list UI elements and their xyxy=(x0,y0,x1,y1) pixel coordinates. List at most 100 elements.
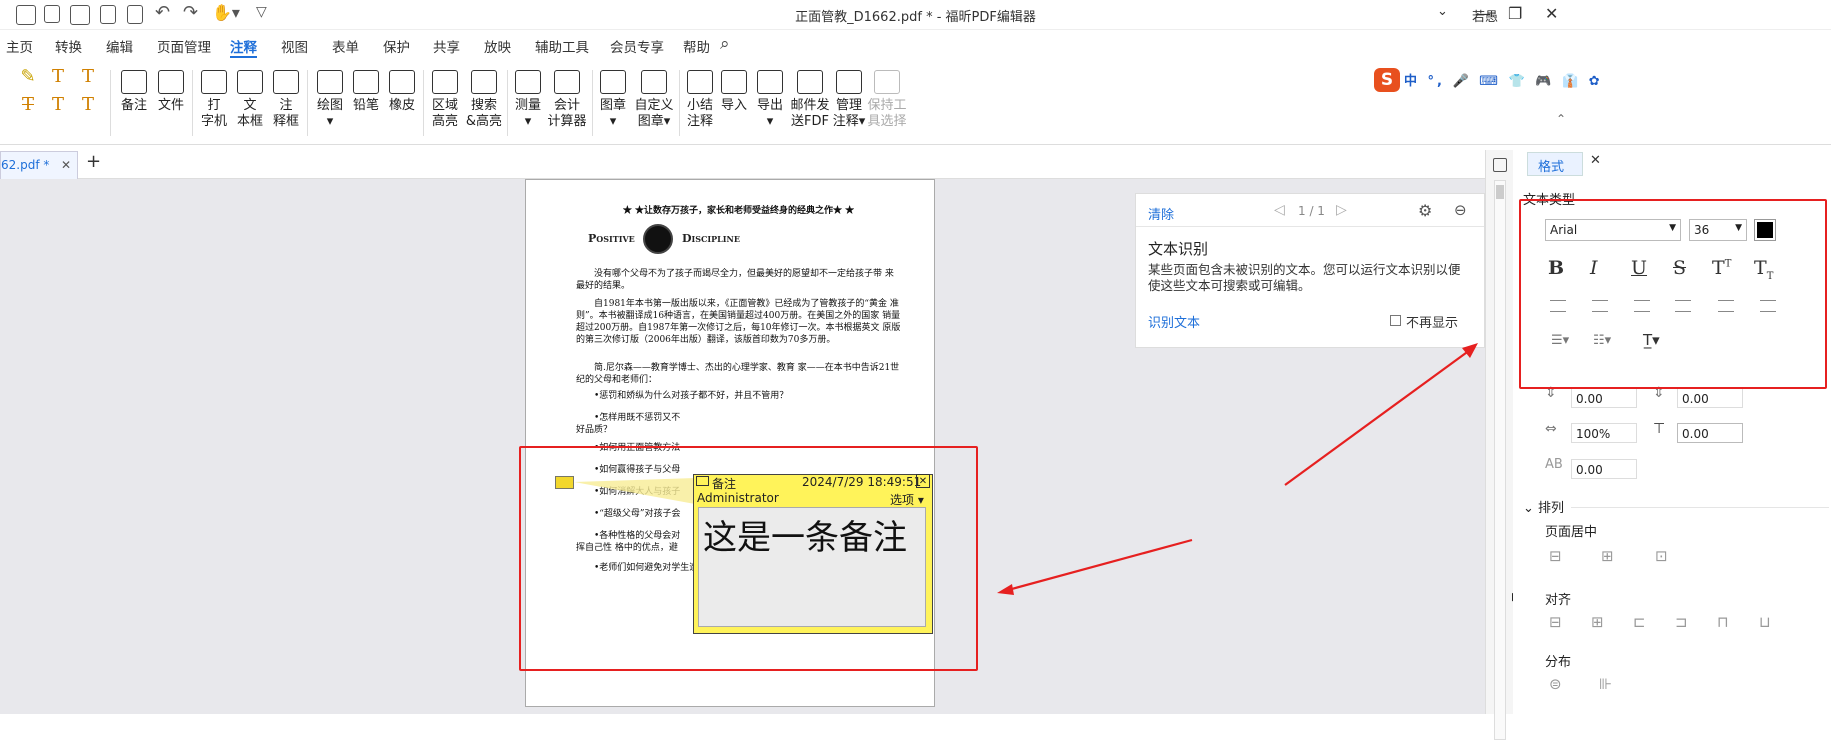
format-tab[interactable]: 格式 xyxy=(1527,152,1583,176)
summary-button[interactable]: 小结 注释 xyxy=(684,70,716,130)
menu-edit[interactable]: 编辑 xyxy=(106,36,133,56)
ime-skin-icon[interactable]: 👕 xyxy=(1509,74,1528,89)
toggle-panel-icon[interactable] xyxy=(1493,158,1507,172)
add-tab-icon[interactable]: + xyxy=(86,151,101,172)
page-indicator: 1 / 1 xyxy=(1298,204,1325,218)
import-button[interactable]: 导入 xyxy=(718,70,750,114)
menu-tools[interactable]: 辅助工具 xyxy=(535,36,589,56)
baseline-input[interactable]: 0.00 xyxy=(1677,423,1743,443)
format-tab-label: 格式 xyxy=(1538,160,1565,175)
menu-page-manage[interactable]: 页面管理 xyxy=(157,36,211,56)
center-both-icon[interactable]: ⊡ xyxy=(1655,547,1668,565)
ime-wardrobe-icon[interactable]: 👔 xyxy=(1562,74,1581,89)
menu-protect[interactable]: 保护 xyxy=(383,36,410,56)
scale-input[interactable]: 100% xyxy=(1571,423,1637,443)
ime-voice-icon[interactable]: 🎤 xyxy=(1453,74,1472,89)
paragraph-spacing-input[interactable]: 0.00 xyxy=(1677,388,1743,408)
ime-chinese-icon[interactable]: 中 xyxy=(1404,74,1420,89)
eraser-icon xyxy=(389,70,415,94)
line-spacing-input[interactable]: 0.00 xyxy=(1571,388,1637,408)
menu-slideshow[interactable]: 放映 xyxy=(484,36,511,56)
align-left-objects-icon[interactable]: ⊏ xyxy=(1633,613,1646,631)
menu-home[interactable]: 主页 xyxy=(6,36,33,56)
prev-page-icon[interactable]: ◁ xyxy=(1274,202,1285,218)
eraser-button[interactable]: 橡皮 xyxy=(386,70,418,114)
menu-share[interactable]: 共享 xyxy=(433,36,460,56)
dont-show-label: 不再显示 xyxy=(1406,316,1459,331)
chevron-down-icon[interactable]: ⌄ xyxy=(1437,4,1448,19)
custom-stamp-button[interactable]: 自定义 图章▾ xyxy=(632,70,676,130)
menu-form[interactable]: 表单 xyxy=(332,36,359,56)
text-insert-icon[interactable]: T xyxy=(47,66,69,88)
file-attach-button[interactable]: 文件 xyxy=(155,70,187,114)
distribute-vertical-icon[interactable]: ⊜ xyxy=(1549,675,1562,693)
drawing-button[interactable]: 绘图 ▾ xyxy=(314,70,346,130)
ruler-icon xyxy=(515,70,541,94)
email-fdf-button[interactable]: 邮件发 送FDF xyxy=(789,70,831,130)
ime-settings-icon[interactable]: ✿ xyxy=(1589,74,1603,89)
clear-link[interactable]: 清除 xyxy=(1148,204,1174,223)
recognition-description: 某些页面包含未被识别的文本。您可以运行文本识别以便使这些文本可搜索或可编辑。 xyxy=(1148,262,1461,293)
ime-punct-icon[interactable]: °, xyxy=(1428,74,1445,89)
document-tab[interactable]: 62.pdf * ✕ xyxy=(0,151,78,179)
area-highlight-button[interactable]: 区域 高亮 xyxy=(428,70,462,130)
menu-view[interactable]: 视图 xyxy=(281,36,308,56)
export-button[interactable]: 导出 ▾ xyxy=(754,70,786,130)
stamp-button[interactable]: 图章 ▾ xyxy=(597,70,629,130)
collapse-ribbon-icon[interactable]: ⌃ xyxy=(1556,112,1566,126)
align-middle-icon[interactable]: ⊞ xyxy=(1591,613,1604,631)
recognition-heading: 文本识别 xyxy=(1148,240,1209,258)
format-close-icon[interactable]: ✕ xyxy=(1590,153,1601,168)
maximize-icon[interactable]: ❐ xyxy=(1508,4,1522,23)
ribbon-toolbar: ✎ T T T T T 备注 文件 打 字机 文 本框 注 释框 绘图 ▾ 铅笔… xyxy=(0,60,1831,145)
ime-keyboard-icon[interactable]: ⌨ xyxy=(1479,74,1501,89)
search-highlight-button[interactable]: 搜索 &高亮 xyxy=(464,70,504,130)
menu-comment[interactable]: 注释 xyxy=(230,36,257,56)
dont-show-checkbox[interactable] xyxy=(1390,315,1401,326)
recognize-text-link[interactable]: 识别文本 xyxy=(1148,312,1200,331)
callout-button[interactable]: 注 释框 xyxy=(270,70,302,130)
menu-help[interactable]: 帮助 xyxy=(683,36,710,56)
close-window-icon[interactable]: ✕ xyxy=(1545,4,1558,23)
red-highlight-box-format xyxy=(1519,199,1827,389)
manage-comments-button[interactable]: 管理 注释▾ xyxy=(832,70,866,130)
strikeout-icon[interactable]: T xyxy=(17,94,39,116)
search-icon[interactable]: ⌕ xyxy=(720,34,730,54)
keep-tool-selected-button[interactable]: 保持工 具选择 xyxy=(867,70,907,130)
next-page-icon[interactable]: ▷ xyxy=(1336,202,1347,218)
underline-text-icon[interactable]: T xyxy=(77,66,99,88)
align-top-icon[interactable]: ⊟ xyxy=(1549,613,1562,631)
ime-toolbar[interactable]: 中 °, 🎤 ⌨ 👕 🎮 👔 ✿ xyxy=(1404,70,1603,89)
bullet-2-cont: 好品质？ xyxy=(576,425,613,435)
replace-text-icon[interactable]: T xyxy=(47,94,69,116)
close-tab-icon[interactable]: ✕ xyxy=(61,158,71,172)
page-banner: ★ ★让数存万孩子，家长和老师受益终身的经典之作★ ★ xyxy=(622,206,855,216)
pencil-icon xyxy=(353,70,379,94)
calculator-button[interactable]: 会计 计算器 xyxy=(546,70,588,130)
menu-convert[interactable]: 转换 xyxy=(55,36,82,56)
settings-gear-icon[interactable]: ⚙ xyxy=(1418,201,1432,220)
pencil-button[interactable]: 铅笔 xyxy=(350,70,382,114)
ime-logo-icon[interactable]: S xyxy=(1374,68,1400,92)
menu-vip[interactable]: 会员专享 xyxy=(610,36,664,56)
typewriter-button[interactable]: 打 字机 xyxy=(198,70,230,130)
char-spacing-icon: AB xyxy=(1545,457,1563,472)
align-bottom-icon[interactable]: ⊓ xyxy=(1717,613,1729,631)
measure-button[interactable]: 测量 ▾ xyxy=(512,70,544,130)
align-center-objects-icon[interactable]: ⊔ xyxy=(1759,613,1771,631)
highlight-icon[interactable]: ✎ xyxy=(17,66,39,88)
minimize-panel-icon[interactable]: ⊖ xyxy=(1454,201,1467,219)
insert-text-icon[interactable]: T xyxy=(77,94,99,116)
textbox-button[interactable]: 文 本框 xyxy=(234,70,266,130)
align-right-objects-icon[interactable]: ⊐ xyxy=(1675,613,1688,631)
scale-icon: ⇔ xyxy=(1545,421,1557,437)
minimize-icon[interactable]: — xyxy=(1475,4,1491,23)
vertical-scrollbar[interactable] xyxy=(1494,180,1506,740)
distribute-horizontal-icon[interactable]: ⊪ xyxy=(1599,675,1612,693)
import-icon xyxy=(721,70,747,94)
char-spacing-input[interactable]: 0.00 xyxy=(1571,459,1637,479)
note-button[interactable]: 备注 xyxy=(118,70,150,114)
center-vertical-icon[interactable]: ⊞ xyxy=(1601,547,1614,565)
ime-game-icon[interactable]: 🎮 xyxy=(1535,74,1554,89)
center-horizontal-icon[interactable]: ⊟ xyxy=(1549,547,1562,565)
